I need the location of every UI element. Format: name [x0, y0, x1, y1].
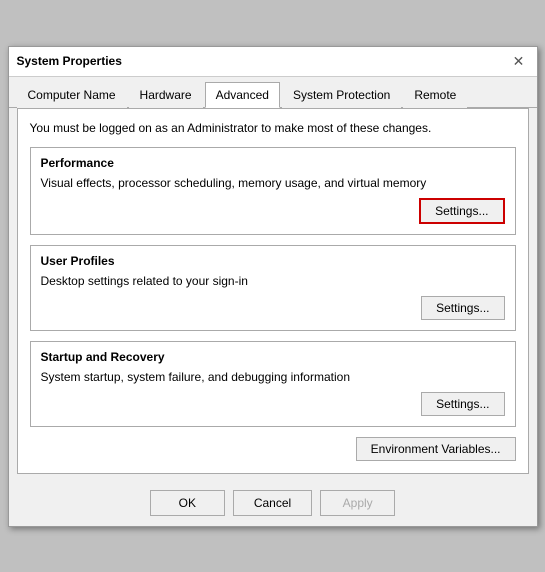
tab-hardware[interactable]: Hardware	[129, 82, 203, 108]
tab-content: You must be logged on as an Administrato…	[17, 108, 529, 474]
env-variables-row: Environment Variables...	[30, 437, 516, 461]
ok-button[interactable]: OK	[150, 490, 225, 516]
performance-section: Performance Visual effects, processor sc…	[30, 147, 516, 235]
user-profiles-section: User Profiles Desktop settings related t…	[30, 245, 516, 331]
tab-system-protection[interactable]: System Protection	[282, 82, 401, 108]
user-profiles-settings-button[interactable]: Settings...	[421, 296, 504, 320]
tab-advanced[interactable]: Advanced	[205, 82, 280, 108]
cancel-button[interactable]: Cancel	[233, 490, 312, 516]
performance-btn-row: Settings...	[41, 198, 505, 224]
tab-bar: Computer Name Hardware Advanced System P…	[9, 77, 537, 108]
startup-recovery-desc: System startup, system failure, and debu…	[41, 370, 505, 384]
close-button[interactable]: ✕	[509, 51, 529, 71]
performance-title: Performance	[41, 156, 505, 170]
environment-variables-button[interactable]: Environment Variables...	[356, 437, 516, 461]
system-properties-window: System Properties ✕ Computer Name Hardwa…	[8, 46, 538, 527]
user-profiles-btn-row: Settings...	[41, 296, 505, 320]
startup-recovery-btn-row: Settings...	[41, 392, 505, 416]
user-profiles-title: User Profiles	[41, 254, 505, 268]
user-profiles-desc: Desktop settings related to your sign-in	[41, 274, 505, 288]
startup-recovery-settings-button[interactable]: Settings...	[421, 392, 504, 416]
tab-remote[interactable]: Remote	[403, 82, 467, 108]
window-title: System Properties	[17, 54, 122, 68]
title-bar: System Properties ✕	[9, 47, 537, 77]
startup-recovery-title: Startup and Recovery	[41, 350, 505, 364]
performance-desc: Visual effects, processor scheduling, me…	[41, 176, 505, 190]
admin-notice: You must be logged on as an Administrato…	[30, 121, 516, 135]
apply-button[interactable]: Apply	[320, 490, 395, 516]
tab-computer-name[interactable]: Computer Name	[17, 82, 127, 108]
performance-settings-button[interactable]: Settings...	[419, 198, 504, 224]
bottom-bar: OK Cancel Apply	[9, 482, 537, 526]
startup-recovery-section: Startup and Recovery System startup, sys…	[30, 341, 516, 427]
